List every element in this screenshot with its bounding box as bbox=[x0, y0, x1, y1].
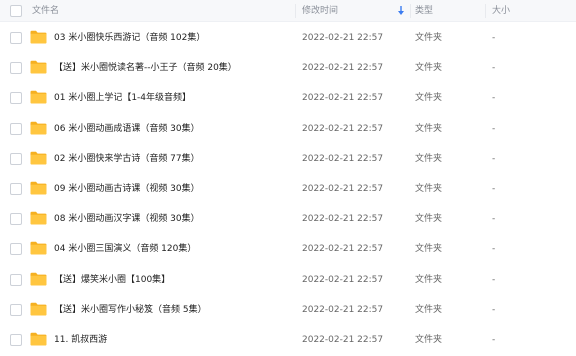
file-size: - bbox=[492, 63, 496, 74]
file-type: 文件夹 bbox=[415, 304, 443, 315]
file-name[interactable]: 08 米小圈动画汉字课（视频 30集） bbox=[54, 204, 200, 234]
folder-icon bbox=[30, 121, 47, 135]
file-modified-time: 2022-02-21 22:57 bbox=[302, 183, 384, 194]
file-size: - bbox=[492, 214, 496, 225]
row-checkbox[interactable] bbox=[10, 333, 22, 346]
select-all-checkbox[interactable] bbox=[10, 5, 22, 17]
file-type: 文件夹 bbox=[415, 153, 443, 164]
file-row[interactable]: 【送】米小圈悦读名著--小王子（音频 20集） 2022-02-21 22:57… bbox=[0, 53, 576, 83]
column-header-bar: 文件名 修改时间 类型 大小 bbox=[0, 0, 576, 22]
folder-icon bbox=[30, 91, 47, 104]
file-row[interactable]: 08 米小圈动画汉字课（视频 30集） 2022-02-21 22:57 文件夹… bbox=[0, 204, 576, 234]
folder-icon bbox=[30, 302, 47, 316]
file-name[interactable]: 06 米小圈动画成语课（音频 30集） bbox=[54, 114, 200, 144]
file-row[interactable]: 06 米小圈动画成语课（音频 30集） 2022-02-21 22:57 文件夹… bbox=[0, 114, 576, 144]
row-checkbox[interactable] bbox=[10, 182, 22, 195]
column-header-size[interactable]: 大小 bbox=[492, 0, 510, 22]
row-checkbox[interactable] bbox=[10, 122, 22, 135]
file-size: - bbox=[492, 244, 496, 255]
file-row[interactable]: 09 米小圈动画古诗课（视频 30集） 2022-02-21 22:57 文件夹… bbox=[0, 174, 576, 204]
file-modified-time: 2022-02-21 22:57 bbox=[302, 334, 384, 345]
file-row[interactable]: 11. 凯叔西游 2022-02-21 22:57 文件夹 - bbox=[0, 325, 576, 355]
file-size: - bbox=[492, 33, 496, 43]
row-checkbox[interactable] bbox=[10, 243, 22, 256]
file-modified-time: 2022-02-21 22:57 bbox=[302, 123, 384, 134]
column-header-name[interactable]: 文件名 bbox=[32, 0, 59, 22]
file-modified-time: 2022-02-21 22:57 bbox=[302, 33, 384, 43]
file-row[interactable]: 【送】爆笑米小圈【100集】 2022-02-21 22:57 文件夹 - bbox=[0, 265, 576, 295]
row-checkbox[interactable] bbox=[10, 213, 22, 226]
file-name[interactable]: 01 米小圈上学记【1-4年级音频】 bbox=[54, 83, 191, 113]
file-name[interactable]: 02 米小圈快来学古诗（音频 77集） bbox=[54, 144, 200, 174]
file-modified-time: 2022-02-21 22:57 bbox=[302, 214, 384, 225]
column-divider[interactable] bbox=[410, 4, 411, 18]
row-checkbox[interactable] bbox=[10, 62, 22, 75]
file-row[interactable]: 【送】米小圈写作小秘笈（音频 5集） 2022-02-21 22:57 文件夹 … bbox=[0, 295, 576, 325]
folder-icon bbox=[30, 242, 47, 255]
file-type: 文件夹 bbox=[415, 274, 443, 285]
file-name[interactable]: 【送】米小圈写作小秘笈（音频 5集） bbox=[54, 295, 207, 325]
file-modified-time: 2022-02-21 22:57 bbox=[302, 63, 384, 74]
file-name[interactable]: 【送】爆笑米小圈【100集】 bbox=[54, 265, 170, 295]
file-type: 文件夹 bbox=[415, 244, 443, 255]
folder-icon bbox=[30, 181, 47, 195]
file-size: - bbox=[492, 183, 496, 194]
column-divider[interactable] bbox=[295, 4, 296, 18]
file-size: - bbox=[492, 304, 496, 315]
file-row[interactable]: 03 米小圈快乐西游记（音频 102集） 2022-02-21 22:57 文件… bbox=[0, 23, 576, 53]
folder-icon bbox=[30, 151, 47, 165]
file-name[interactable]: 04 米小圈三国演义（音频 120集） bbox=[54, 234, 196, 264]
file-modified-time: 2022-02-21 22:57 bbox=[302, 93, 384, 104]
row-checkbox[interactable] bbox=[10, 92, 22, 105]
file-modified-time: 2022-02-21 22:57 bbox=[302, 304, 384, 315]
folder-icon bbox=[30, 60, 47, 74]
file-name[interactable]: 03 米小圈快乐西游记（音频 102集） bbox=[54, 23, 205, 53]
row-checkbox[interactable] bbox=[10, 303, 22, 316]
file-size: - bbox=[492, 334, 496, 345]
file-rows: 03 米小圈快乐西游记（音频 102集） 2022-02-21 22:57 文件… bbox=[0, 23, 576, 355]
file-modified-time: 2022-02-21 22:57 bbox=[302, 244, 384, 255]
file-size: - bbox=[492, 153, 496, 164]
file-type: 文件夹 bbox=[415, 33, 443, 43]
file-type: 文件夹 bbox=[415, 63, 443, 74]
row-checkbox[interactable] bbox=[10, 32, 22, 44]
file-size: - bbox=[492, 123, 496, 134]
file-type: 文件夹 bbox=[415, 93, 443, 104]
file-size: - bbox=[492, 274, 496, 285]
row-checkbox[interactable] bbox=[10, 273, 22, 286]
file-list-view: 文件名 修改时间 类型 大小 03 米小圈快乐西游记（音频 102集） 2022… bbox=[0, 0, 576, 356]
file-name[interactable]: 09 米小圈动画古诗课（视频 30集） bbox=[54, 174, 200, 204]
column-divider[interactable] bbox=[485, 4, 486, 18]
file-size: - bbox=[492, 93, 496, 104]
file-modified-time: 2022-02-21 22:57 bbox=[302, 274, 384, 285]
column-header-type[interactable]: 类型 bbox=[415, 0, 433, 22]
file-type: 文件夹 bbox=[415, 183, 443, 194]
file-type: 文件夹 bbox=[415, 123, 443, 134]
file-type: 文件夹 bbox=[415, 214, 443, 225]
file-name[interactable]: 【送】米小圈悦读名著--小王子（音频 20集） bbox=[54, 53, 237, 83]
sort-descending-icon[interactable] bbox=[397, 6, 405, 16]
file-row[interactable]: 02 米小圈快来学古诗（音频 77集） 2022-02-21 22:57 文件夹… bbox=[0, 144, 576, 174]
file-row[interactable]: 01 米小圈上学记【1-4年级音频】 2022-02-21 22:57 文件夹 … bbox=[0, 83, 576, 113]
folder-icon bbox=[30, 332, 47, 346]
file-modified-time: 2022-02-21 22:57 bbox=[302, 153, 384, 164]
file-row[interactable]: 04 米小圈三国演义（音频 120集） 2022-02-21 22:57 文件夹… bbox=[0, 234, 576, 264]
folder-icon bbox=[30, 30, 47, 44]
column-header-modified[interactable]: 修改时间 bbox=[302, 0, 338, 22]
file-type: 文件夹 bbox=[415, 334, 443, 345]
row-checkbox[interactable] bbox=[10, 152, 22, 165]
folder-icon bbox=[30, 272, 47, 285]
folder-icon bbox=[30, 211, 47, 225]
file-name[interactable]: 11. 凯叔西游 bbox=[54, 325, 107, 355]
